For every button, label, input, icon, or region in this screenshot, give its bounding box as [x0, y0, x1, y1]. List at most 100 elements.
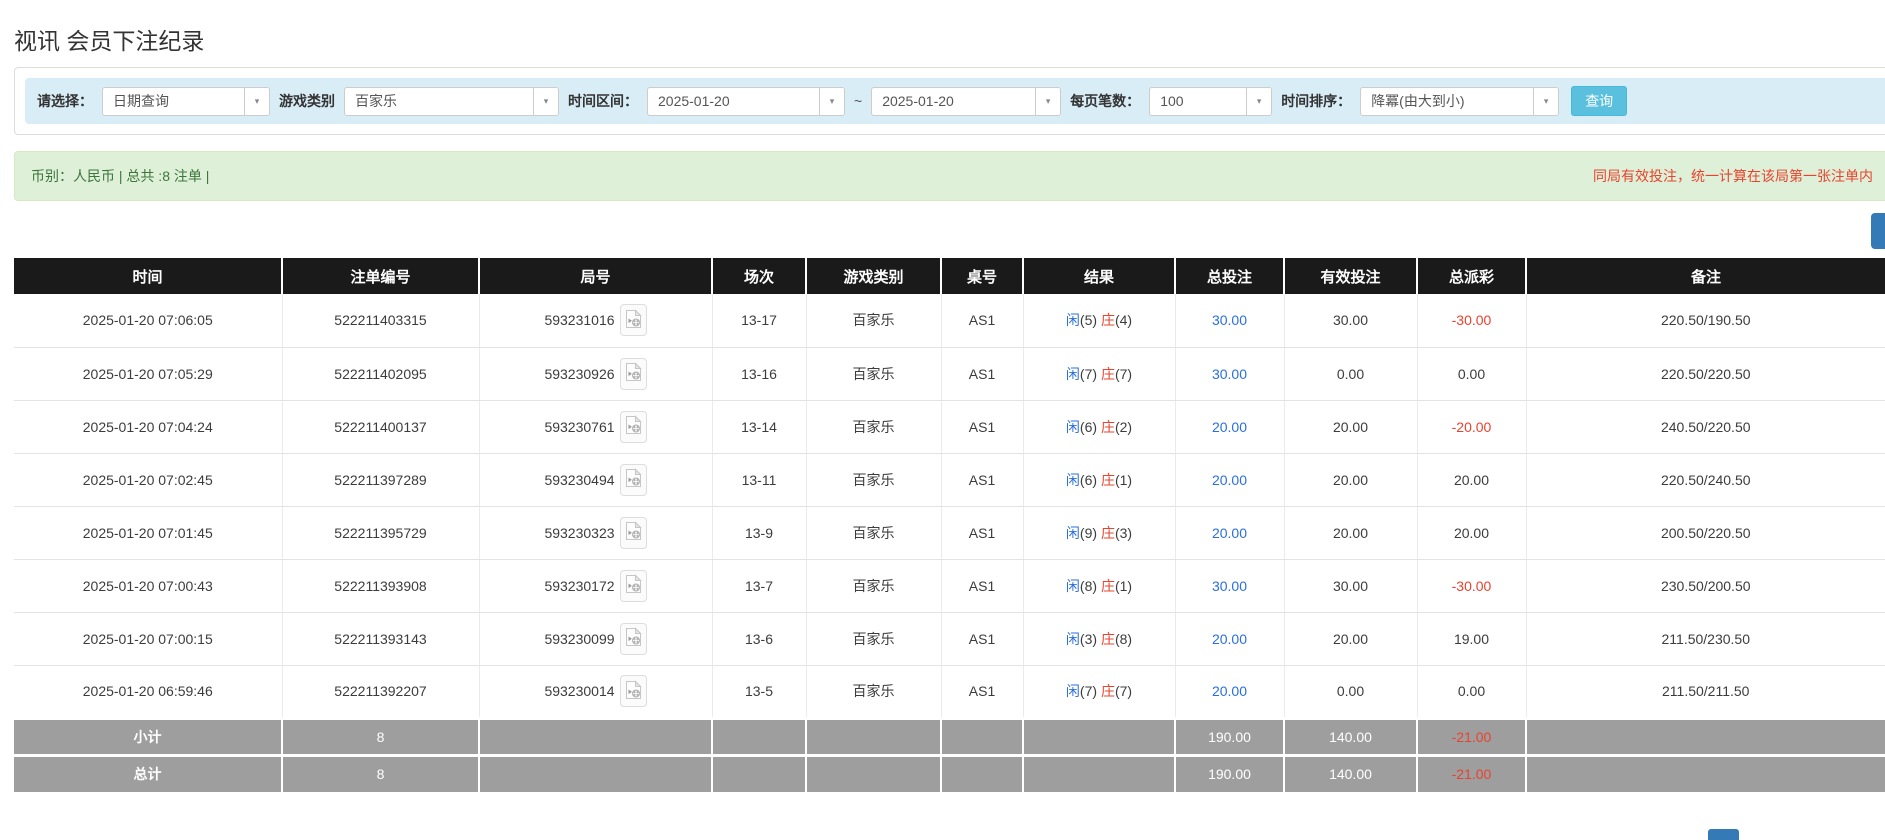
video-replay-button[interactable]	[619, 410, 647, 443]
time-cell: 2025-01-20 07:02:45	[14, 453, 283, 507]
valid-bet-cell: 20.00	[1284, 400, 1418, 454]
result-cell: 闲(3) 庄(8)	[1023, 612, 1176, 666]
bet-id-cell: 522211393143	[282, 612, 480, 666]
game-type-cell: 百家乐	[806, 506, 942, 560]
session-cell: 13-14	[712, 400, 807, 454]
result-banker-score: (8)	[1114, 630, 1133, 647]
table-row: 2025-01-20 06:59:46 522211392207 5932300…	[14, 665, 1885, 719]
bet-records-table: 时间 注单编号 局号 场次 游戏类别 桌号 结果 总投注 有效投注 总派彩 备注…	[14, 258, 1885, 792]
filter-bar: 请选择： 日期查询 ▾ 游戏类别 百家乐 ▾ 时间区间： 2025-01-20 …	[25, 78, 1885, 124]
date-to-select[interactable]: 2025-01-20 ▾	[871, 86, 1062, 116]
total-bet-link[interactable]: 30.00	[1212, 312, 1247, 328]
col-header-bet-id: 注单编号	[282, 258, 480, 294]
result-banker: 庄	[1100, 418, 1115, 435]
valid-bet-rule-text: 同局有效投注，统一计算在该局第一张注单内	[1593, 168, 1873, 184]
result-player-score: (5)	[1079, 312, 1098, 329]
result-banker: 庄	[1100, 630, 1115, 647]
total-bet-link[interactable]: 30.00	[1212, 366, 1247, 382]
time-cell: 2025-01-20 07:00:15	[14, 612, 283, 666]
payout-cell: 20.00	[1417, 506, 1527, 560]
result-banker-score: (3)	[1114, 524, 1133, 541]
remark-cell: 200.50/220.50	[1526, 506, 1885, 560]
video-replay-icon	[625, 679, 642, 703]
query-type-select[interactable]: 日期查询 ▾	[102, 86, 270, 116]
game-type-cell: 百家乐	[806, 559, 942, 613]
result-player: 闲	[1065, 683, 1080, 699]
video-replay-button[interactable]	[619, 622, 647, 655]
remark-cell: 220.50/190.50	[1526, 294, 1885, 348]
total-row: 总计 8 190.00 140.00 -21.00	[14, 753, 1885, 792]
round-cell: 593230494	[479, 453, 713, 507]
col-header-valid-bet: 有效投注	[1284, 258, 1418, 294]
session-cell: 13-16	[712, 347, 807, 401]
col-header-remark: 备注	[1526, 258, 1885, 294]
result-player: 闲	[1065, 418, 1080, 435]
query-type-value: 日期查询	[113, 93, 169, 109]
total-bet-cell: 30.00	[1175, 347, 1285, 401]
table-no-cell: AS1	[941, 612, 1024, 666]
video-replay-button[interactable]	[619, 463, 647, 496]
search-button[interactable]: 查询	[1571, 86, 1628, 116]
result-player: 闲	[1065, 365, 1080, 382]
time-cell: 2025-01-20 07:04:24	[14, 400, 283, 454]
game-type-select[interactable]: 百家乐 ▾	[344, 86, 559, 116]
date-from-select[interactable]: 2025-01-20 ▾	[647, 86, 845, 116]
subtotal-count: 8	[282, 716, 480, 755]
total-bet-link[interactable]: 20.00	[1212, 683, 1247, 699]
video-replay-button[interactable]	[619, 357, 647, 390]
payout-cell: -30.00	[1417, 294, 1527, 348]
result-banker-score: (7)	[1114, 683, 1133, 699]
time-cell: 2025-01-20 07:05:29	[14, 347, 283, 401]
range-separator: ~	[854, 93, 863, 109]
round-id: 593230014	[544, 683, 615, 699]
game-type-value: 百家乐	[355, 93, 397, 109]
total-bet-cell: 20.00	[1175, 612, 1285, 666]
total-bet-link[interactable]: 20.00	[1212, 472, 1247, 488]
col-header-result: 结果	[1023, 258, 1176, 294]
total-bet-link[interactable]: 20.00	[1212, 631, 1247, 647]
session-cell: 13-11	[712, 453, 807, 507]
video-replay-button[interactable]	[619, 569, 647, 602]
result-player: 闲	[1065, 312, 1080, 329]
session-cell: 13-9	[712, 506, 807, 560]
result-cell: 闲(7) 庄(7)	[1023, 347, 1176, 401]
total-bet-link[interactable]: 20.00	[1212, 525, 1247, 541]
bet-id-cell: 522211393908	[282, 559, 480, 613]
pagination-partial-button[interactable]	[1708, 829, 1739, 840]
payout-cell: 19.00	[1417, 612, 1527, 666]
time-sort-select[interactable]: 降冪(由大到小) ▾	[1360, 86, 1560, 116]
game-type-label: 游戏类别	[279, 93, 335, 109]
total-bet-link[interactable]: 20.00	[1212, 419, 1247, 435]
page: 视讯 会员下注纪录 请选择： 日期查询 ▾ 游戏类别 百家乐 ▾ 时间区间： 2…	[0, 0, 1885, 840]
total-label: 总计	[14, 753, 283, 792]
col-header-payout: 总派彩	[1417, 258, 1527, 294]
result-player-score: (9)	[1079, 524, 1098, 541]
subtotal-total-bet: 190.00	[1175, 716, 1285, 755]
round-cell: 593230761	[479, 400, 713, 454]
subtotal-payout: -21.00	[1417, 716, 1527, 755]
result-player: 闲	[1065, 471, 1080, 488]
video-replay-button[interactable]	[619, 304, 647, 337]
round-cell: 593230014	[479, 665, 713, 719]
result-player-score: (7)	[1079, 683, 1098, 699]
video-replay-button[interactable]	[619, 516, 647, 549]
remark-cell: 211.50/230.50	[1526, 612, 1885, 666]
game-type-cell: 百家乐	[806, 665, 942, 719]
chevron-down-icon: ▾	[1533, 87, 1559, 115]
col-header-game-type: 游戏类别	[806, 258, 942, 294]
table-row: 2025-01-20 07:04:24 522211400137 5932307…	[14, 400, 1885, 454]
video-replay-button[interactable]	[619, 675, 647, 707]
page-size-select[interactable]: 100 ▾	[1149, 86, 1273, 116]
result-banker: 庄	[1100, 577, 1115, 594]
table-body: 2025-01-20 07:06:05 522211403315 5932310…	[14, 294, 1885, 719]
total-valid-bet: 140.00	[1284, 753, 1418, 792]
total-bet-link[interactable]: 30.00	[1212, 578, 1247, 594]
round-id: 593230323	[544, 524, 615, 541]
game-type-cell: 百家乐	[806, 347, 942, 401]
round-id: 593231016	[544, 312, 615, 329]
total-payout: -21.00	[1417, 753, 1527, 792]
valid-bet-cell: 0.00	[1284, 347, 1418, 401]
result-cell: 闲(6) 庄(2)	[1023, 400, 1176, 454]
video-replay-icon	[625, 415, 642, 438]
right-edge-partial-button[interactable]	[1871, 213, 1885, 249]
